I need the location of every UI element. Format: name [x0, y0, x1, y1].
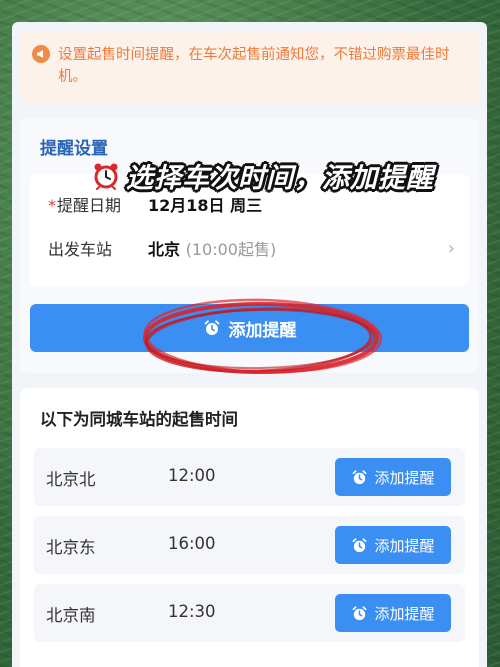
station-add-reminder-label: 添加提醒	[374, 604, 435, 623]
station-name: 北京	[148, 240, 181, 259]
station-item: 北京南 12:30 添加提醒	[34, 584, 465, 642]
add-reminder-label: 添加提醒	[228, 320, 297, 341]
annotation-caption-text: 选择车次时间，添加提醒	[126, 163, 434, 194]
date-value: 12月18日 周三	[148, 196, 263, 215]
alarm-clock-icon	[94, 163, 118, 190]
stations-title: 以下为同城车站的起售时间	[40, 410, 238, 429]
required-marker: *	[48, 196, 56, 215]
station-item-name: 北京东	[46, 538, 96, 557]
station-sale-time: (10:00起售)	[185, 240, 277, 259]
alarm-clock-icon	[352, 537, 367, 552]
notice-banner: 设置起售时间提醒，在车次起售前通知您，不错过购票最佳时机。	[20, 32, 479, 104]
alarm-clock-icon	[204, 320, 219, 335]
station-row[interactable]: 出发车站 北京 (10:00起售) ›	[30, 226, 469, 270]
annotation-caption: 选择车次时间，添加提醒	[92, 156, 434, 195]
station-item: 北京东 16:00 添加提醒	[34, 516, 465, 574]
notice-text: 设置起售时间提醒，在车次起售前通知您，不错过购票最佳时机。	[58, 47, 450, 85]
add-reminder-button[interactable]: 添加提醒	[30, 304, 469, 352]
station-item: 北京北 12:00 添加提醒	[34, 448, 465, 506]
station-item-time: 12:30	[168, 602, 216, 621]
station-add-reminder-button[interactable]: 添加提醒	[335, 594, 451, 632]
station-add-reminder-button[interactable]: 添加提醒	[335, 526, 451, 564]
station-add-reminder-label: 添加提醒	[374, 536, 435, 555]
same-city-stations-card: 以下为同城车站的起售时间 北京北 12:00 添加提醒 北京东 16:00 添加…	[20, 388, 479, 667]
date-label: *提醒日期	[48, 192, 121, 216]
app-screen: 设置起售时间提醒，在车次起售前通知您，不错过购票最佳时机。 提醒设置 *提醒日期…	[12, 22, 487, 667]
date-label-text: 提醒日期	[57, 196, 122, 215]
chevron-right-icon: ›	[447, 237, 455, 259]
alarm-clock-icon	[352, 605, 367, 620]
station-item-time: 16:00	[168, 534, 216, 553]
station-label: 出发车站	[48, 240, 113, 259]
megaphone-icon	[32, 45, 50, 63]
alarm-clock-icon	[352, 469, 367, 484]
station-add-reminder-label: 添加提醒	[374, 468, 435, 487]
station-add-reminder-button[interactable]: 添加提醒	[335, 458, 451, 496]
station-item-name: 北京南	[46, 606, 96, 625]
station-item-name: 北京北	[46, 470, 96, 489]
station-item-time: 12:00	[168, 466, 216, 485]
station-value: 北京 (10:00起售)	[148, 236, 276, 260]
